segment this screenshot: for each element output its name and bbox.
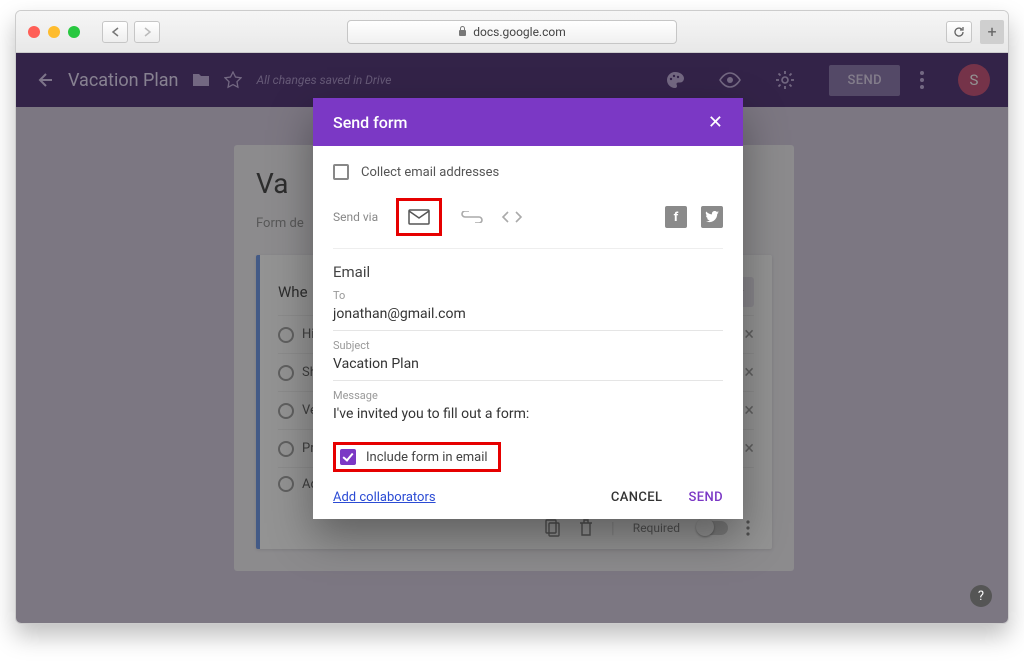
add-collaborators-link[interactable]: Add collaborators [333,490,436,505]
browser-back-button[interactable] [102,21,128,43]
message-input[interactable]: I've invited you to fill out a form: [333,402,723,430]
window-controls [28,26,80,38]
share-facebook-icon[interactable]: f [665,206,687,228]
close-window-icon[interactable] [28,26,40,38]
to-label: To [333,289,723,302]
reload-button[interactable] [946,21,972,43]
send-via-label: Send via [333,210,378,224]
browser-window: docs.google.com + Vacation Plan All chan… [15,10,1009,624]
envelope-icon [408,209,430,225]
highlight-include-form: Include form in email [333,442,501,472]
help-icon[interactable]: ? [970,585,992,607]
send-via-row: Send via f [333,192,723,249]
send-via-email-tab[interactable] [399,201,439,233]
subject-input[interactable]: Vacation Plan [333,352,723,381]
collect-emails-checkbox[interactable] [333,164,349,180]
dialog-cancel-button[interactable]: CANCEL [611,490,663,505]
url-text: docs.google.com [473,25,566,39]
collect-emails-label: Collect email addresses [361,165,499,180]
lock-icon [458,26,467,37]
highlight-email-tab [396,198,442,236]
dialog-close-icon[interactable]: ✕ [708,112,723,133]
dialog-send-button[interactable]: SEND [688,490,723,505]
send-form-dialog: Send form ✕ Collect email addresses Send… [313,98,743,519]
send-via-embed-tab[interactable] [492,201,532,233]
include-form-checkbox[interactable] [340,449,356,465]
message-label: Message [333,389,723,402]
browser-forward-button[interactable] [134,21,160,43]
link-icon [461,211,483,223]
minimize-window-icon[interactable] [48,26,60,38]
embed-icon [501,210,523,224]
send-via-link-tab[interactable] [452,201,492,233]
browser-title-bar: docs.google.com + [16,11,1008,53]
new-tab-button[interactable]: + [980,20,1004,44]
dialog-header: Send form ✕ [313,98,743,146]
email-section-title: Email [333,263,723,281]
dialog-title: Send form [333,113,407,132]
include-form-label: Include form in email [366,450,488,465]
to-input[interactable]: jonathan@gmail.com [333,302,723,331]
address-bar[interactable]: docs.google.com [347,20,677,44]
share-twitter-icon[interactable] [701,206,723,228]
subject-label: Subject [333,339,723,352]
zoom-window-icon[interactable] [68,26,80,38]
